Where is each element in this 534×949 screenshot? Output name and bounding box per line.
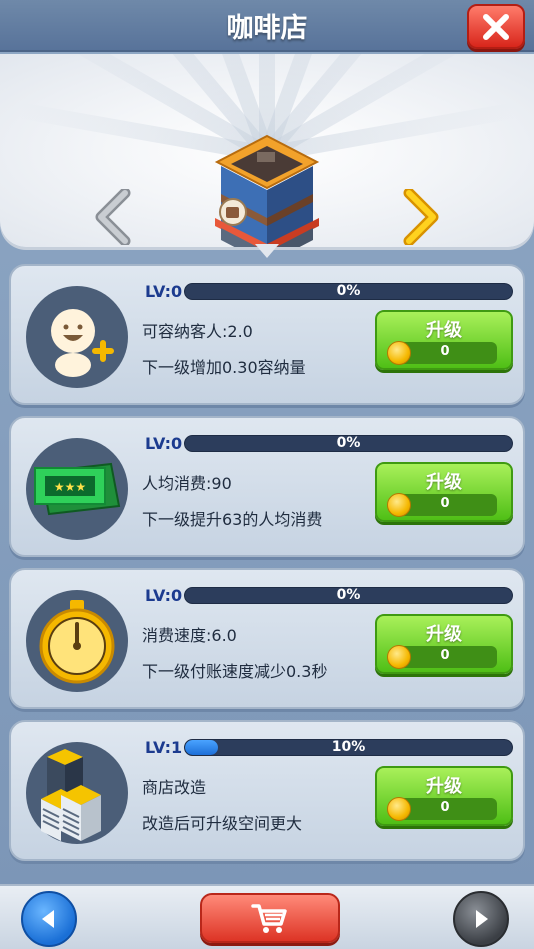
cost-value: 0 bbox=[440, 496, 450, 511]
upgrade-cost: 0 bbox=[387, 493, 497, 517]
buildings-icon bbox=[26, 742, 128, 844]
triangle-left-icon bbox=[42, 910, 54, 928]
current-stat: 消费速度:6.0 bbox=[142, 626, 237, 645]
current-stat: 商店改造 bbox=[142, 778, 207, 797]
previous-building-arrow[interactable] bbox=[95, 189, 131, 245]
upgrade-cost: 0 bbox=[387, 341, 497, 365]
page-title: 咖啡店 bbox=[226, 13, 308, 44]
progress-bar: 0% bbox=[184, 283, 513, 300]
next-level-description: 下一级增加0.30容纳量 bbox=[142, 358, 306, 377]
ticket-icon: ★★★ bbox=[26, 438, 128, 540]
cost-value: 0 bbox=[440, 648, 450, 663]
close-button[interactable] bbox=[467, 4, 525, 49]
showcase-pointer bbox=[255, 244, 279, 258]
next-building-arrow[interactable] bbox=[403, 189, 439, 245]
shop-button[interactable] bbox=[200, 893, 340, 943]
svg-text:★★★: ★★★ bbox=[54, 480, 86, 494]
upgrade-card-capacity: LV:0 0% 可容纳客人:2.0 下一级增加0.30容纳量 升级 0 bbox=[9, 264, 525, 405]
level-label: LV:0 bbox=[145, 586, 183, 605]
upgrade-button[interactable]: 升级 0 bbox=[375, 462, 513, 522]
progress-bar: 0% bbox=[184, 587, 513, 604]
upgrade-button[interactable]: 升级 0 bbox=[375, 614, 513, 674]
back-button[interactable] bbox=[21, 891, 77, 947]
current-stat: 人均消费:90 bbox=[142, 474, 232, 493]
upgrade-cost: 0 bbox=[387, 797, 497, 821]
level-label: LV:1 bbox=[145, 738, 183, 757]
next-level-description: 改造后可升级空间更大 bbox=[142, 814, 303, 833]
shopping-cart-icon bbox=[251, 904, 287, 933]
progress-bar: 0% bbox=[184, 435, 513, 452]
progress-bar: 10% bbox=[184, 739, 513, 756]
current-stat: 可容纳客人:2.0 bbox=[142, 322, 253, 341]
cost-value: 0 bbox=[440, 344, 450, 359]
progress-text: 0% bbox=[336, 283, 361, 299]
level-label: LV:0 bbox=[145, 434, 183, 453]
upgrade-button[interactable]: 升级 0 bbox=[375, 766, 513, 826]
progress-text: 10% bbox=[331, 739, 366, 755]
upgrade-card-speed: LV:0 0% 消费速度:6.0 下一级付账速度减少0.3秒 升级 0 bbox=[9, 568, 525, 709]
customer-icon bbox=[26, 286, 128, 388]
cost-value: 0 bbox=[440, 800, 450, 815]
upgrade-button-label: 升级 bbox=[426, 320, 462, 341]
upgrade-button-label: 升级 bbox=[426, 776, 462, 797]
upgrade-card-spending: ★★★ LV:0 0% 人均消费:90 下一级提升63的人均消费 升级 0 bbox=[9, 416, 525, 557]
upgrade-button[interactable]: 升级 0 bbox=[375, 310, 513, 370]
level-label: LV:0 bbox=[145, 282, 183, 301]
upgrade-button-label: 升级 bbox=[426, 624, 462, 645]
building-showcase bbox=[0, 54, 534, 247]
upgrade-cost: 0 bbox=[387, 645, 497, 669]
next-level-description: 下一级付账速度减少0.3秒 bbox=[142, 662, 328, 681]
forward-button[interactable] bbox=[453, 891, 509, 947]
progress-text: 0% bbox=[336, 587, 361, 603]
close-icon bbox=[483, 13, 509, 40]
header-bar: 咖啡店 bbox=[0, 0, 534, 52]
next-level-description: 下一级提升63的人均消费 bbox=[142, 510, 323, 529]
bottom-toolbar bbox=[0, 884, 534, 949]
stopwatch-icon bbox=[26, 590, 128, 692]
upgrade-card-renovation: LV:1 10% 商店改造 改造后可升级空间更大 升级 0 bbox=[9, 720, 525, 861]
triangle-right-icon bbox=[476, 910, 488, 928]
progress-text: 0% bbox=[336, 435, 361, 451]
upgrade-button-label: 升级 bbox=[426, 472, 462, 493]
coffee-shop-building-image bbox=[214, 134, 320, 247]
